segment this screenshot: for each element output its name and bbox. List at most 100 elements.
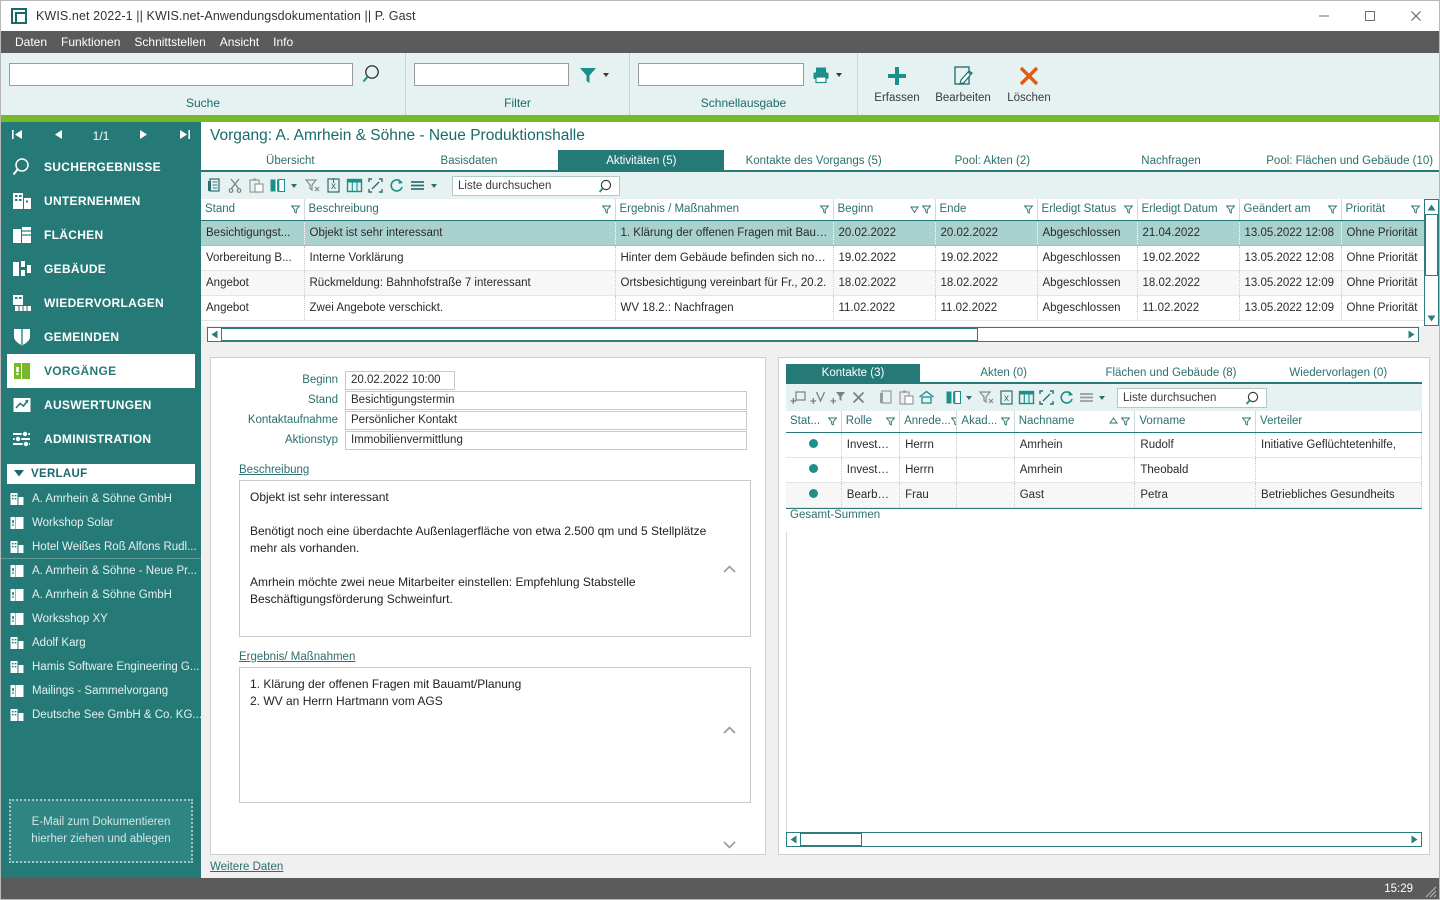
column-header-rolle[interactable]: Rolle	[841, 411, 901, 433]
column-header-ergebnis[interactable]: Ergebnis / Maßnahmen	[615, 199, 834, 221]
column-header-beschreibung[interactable]: Beschreibung	[304, 199, 616, 221]
columns-icon[interactable]	[945, 389, 962, 406]
maximize-button[interactable]	[1347, 1, 1393, 31]
columns-dropdown-caret-icon[interactable]	[291, 183, 297, 188]
history-header[interactable]: VERLAUF	[7, 464, 195, 484]
search-magnifier-icon[interactable]	[359, 62, 385, 88]
hscroll-track[interactable]	[800, 833, 1408, 846]
sidebar-item-auswertungen[interactable]: AUSWERTUNGEN	[1, 388, 201, 422]
ergebnis-link[interactable]: Ergebnis/ Maßnahmen	[239, 651, 355, 663]
tab-pool-akten[interactable]: Pool: Akten (2)	[903, 150, 1082, 172]
table-row[interactable]: Angebot Rückmeldung: Bahnhofstraße 7 int…	[201, 270, 1424, 296]
tab-kontakte-des-vorgangs[interactable]: Kontakte des Vorgangs (5)	[724, 150, 903, 172]
history-item[interactable]: Adolf Karg	[1, 631, 201, 655]
pager-last-button[interactable]	[178, 128, 191, 144]
menu-list-icon[interactable]	[1078, 389, 1095, 406]
loeschen-button[interactable]: Löschen	[996, 53, 1062, 115]
column-header-anrede[interactable]: Anrede...	[899, 411, 958, 433]
history-item[interactable]: Hotel Weißes Roß Alfons Rudl...	[1, 535, 201, 559]
printer-icon[interactable]	[811, 65, 845, 85]
table-row[interactable]: Bearbeit... Frau Gast Petra Betriebliche…	[786, 482, 1422, 508]
filter-input[interactable]	[414, 63, 569, 86]
copy-row-icon[interactable]	[878, 389, 895, 406]
clear-filter-icon[interactable]	[304, 177, 321, 194]
hscroll-track[interactable]	[221, 328, 1405, 341]
grid-horizontal-scrollbar[interactable]	[207, 327, 1419, 342]
menu-dropdown-caret-icon[interactable]	[1099, 395, 1105, 400]
vscroll-track[interactable]	[1425, 214, 1438, 311]
column-header-vorname[interactable]: Vorname	[1134, 411, 1257, 433]
grid-vertical-scrollbar[interactable]	[1424, 199, 1439, 326]
table-row[interactable]: Investor/... Herrn Amrhein Theobald	[786, 457, 1422, 483]
column-header-erledigt-status[interactable]: Erledigt Status	[1037, 199, 1138, 221]
filter-icon[interactable]	[577, 64, 612, 86]
columns-icon[interactable]	[269, 177, 286, 194]
paste-icon[interactable]	[898, 389, 915, 406]
grid-search-input[interactable]: Liste durchsuchen	[452, 175, 620, 196]
table-row[interactable]: Vorbereitung B... Interne Vorklärung Hin…	[201, 245, 1424, 271]
menu-item-daten[interactable]: Daten	[8, 33, 54, 51]
menu-item-info[interactable]: Info	[266, 33, 300, 51]
column-header-prioritaet[interactable]: Priorität	[1341, 199, 1424, 221]
column-header-ende[interactable]: Ende	[935, 199, 1038, 221]
add-row-icon[interactable]	[790, 389, 807, 406]
add-filter-icon[interactable]	[830, 389, 847, 406]
history-item[interactable]: A. Amrhein & Söhne - Neue Pr...	[1, 559, 201, 583]
column-header-status[interactable]: Stat...	[786, 411, 842, 433]
erfassen-button[interactable]: Erfassen	[864, 53, 930, 115]
tab-aktivitaeten[interactable]: Aktivitäten (5)	[558, 150, 725, 172]
expand-icon[interactable]	[1038, 389, 1055, 406]
history-item[interactable]: Mailings - Sammelvorgang	[1, 679, 201, 703]
home-icon[interactable]	[918, 389, 935, 406]
column-header-erledigt-datum[interactable]: Erledigt Datum	[1137, 199, 1240, 221]
pager-first-button[interactable]	[11, 128, 24, 144]
scroll-left-arrow-icon[interactable]	[208, 328, 221, 341]
copy-row-icon[interactable]	[206, 177, 223, 194]
menu-dropdown-caret-icon[interactable]	[431, 183, 437, 188]
paste-icon[interactable]	[248, 177, 265, 194]
history-item[interactable]: Hamis Software Engineering G...	[1, 655, 201, 679]
contacts-search-input[interactable]: Liste durchsuchen	[1117, 387, 1267, 411]
tab-pool-flaechen-gebaeude[interactable]: Pool: Flächen und Gebäude (10)	[1260, 150, 1439, 172]
menu-item-schnittstellen[interactable]: Schnittstellen	[127, 33, 212, 51]
scroll-down-arrow-icon[interactable]	[1425, 311, 1438, 325]
tab-basisdaten[interactable]: Basisdaten	[380, 150, 559, 172]
history-item[interactable]: Worksshop XY	[1, 607, 201, 631]
expand-icon[interactable]	[367, 177, 384, 194]
clear-filter-icon[interactable]	[978, 389, 995, 406]
rtab-wiedervorlagen[interactable]: Wiedervorlagen (0)	[1255, 364, 1422, 382]
field-value-kontaktaufnahme[interactable]: Persönlicher Kontakt	[345, 410, 747, 430]
rtab-akten[interactable]: Akten (0)	[920, 364, 1087, 382]
history-item[interactable]: A. Amrhein & Söhne GmbH	[1, 487, 201, 511]
sidebar-item-wiedervorlagen[interactable]: WIEDERVORLAGEN	[1, 286, 201, 320]
column-header-akad[interactable]: Akad...	[956, 411, 1015, 433]
columns-dropdown-caret-icon[interactable]	[966, 395, 972, 400]
sidebar-item-gemeinden[interactable]: GEMEINDEN	[1, 320, 201, 354]
table-layout-icon[interactable]	[1018, 389, 1035, 406]
refresh-icon[interactable]	[388, 177, 405, 194]
scroll-up-chevron-icon[interactable]	[722, 724, 736, 738]
weitere-daten-link[interactable]: Weitere Daten	[210, 861, 283, 873]
column-header-nachname[interactable]: Nachname	[1014, 411, 1136, 433]
add-new-icon[interactable]	[810, 389, 827, 406]
magnifier-icon[interactable]	[1244, 390, 1262, 411]
email-dropzone[interactable]: E-Mail zum Dokumentieren hierher ziehen …	[9, 799, 193, 863]
ergebnis-scrollbar[interactable]	[719, 720, 739, 856]
scroll-up-arrow-icon[interactable]	[1425, 200, 1438, 214]
pager-next-button[interactable]	[138, 128, 149, 144]
ergebnis-textarea[interactable]: 1. Klärung der offenen Fragen mit Bauamt…	[239, 667, 751, 803]
export-excel-icon[interactable]: x	[998, 389, 1015, 406]
hscroll-thumb[interactable]	[800, 833, 862, 846]
history-item[interactable]: Deutsche See GmbH & Co. KG...	[1, 703, 201, 727]
field-value-stand[interactable]: Besichtigungstermin	[345, 390, 747, 410]
contacts-horizontal-scrollbar[interactable]	[786, 832, 1422, 847]
table-layout-icon[interactable]	[346, 177, 363, 194]
tab-uebersicht[interactable]: Übersicht	[201, 150, 380, 172]
refresh-icon[interactable]	[1058, 389, 1075, 406]
menu-item-funktionen[interactable]: Funktionen	[54, 33, 127, 51]
hscroll-thumb[interactable]	[221, 328, 978, 341]
sidebar-item-administration[interactable]: ADMINISTRATION	[1, 422, 201, 456]
scroll-right-arrow-icon[interactable]	[1408, 833, 1421, 846]
sidebar-item-flaechen[interactable]: FLÄCHEN	[1, 218, 201, 252]
close-button[interactable]	[1393, 1, 1439, 31]
